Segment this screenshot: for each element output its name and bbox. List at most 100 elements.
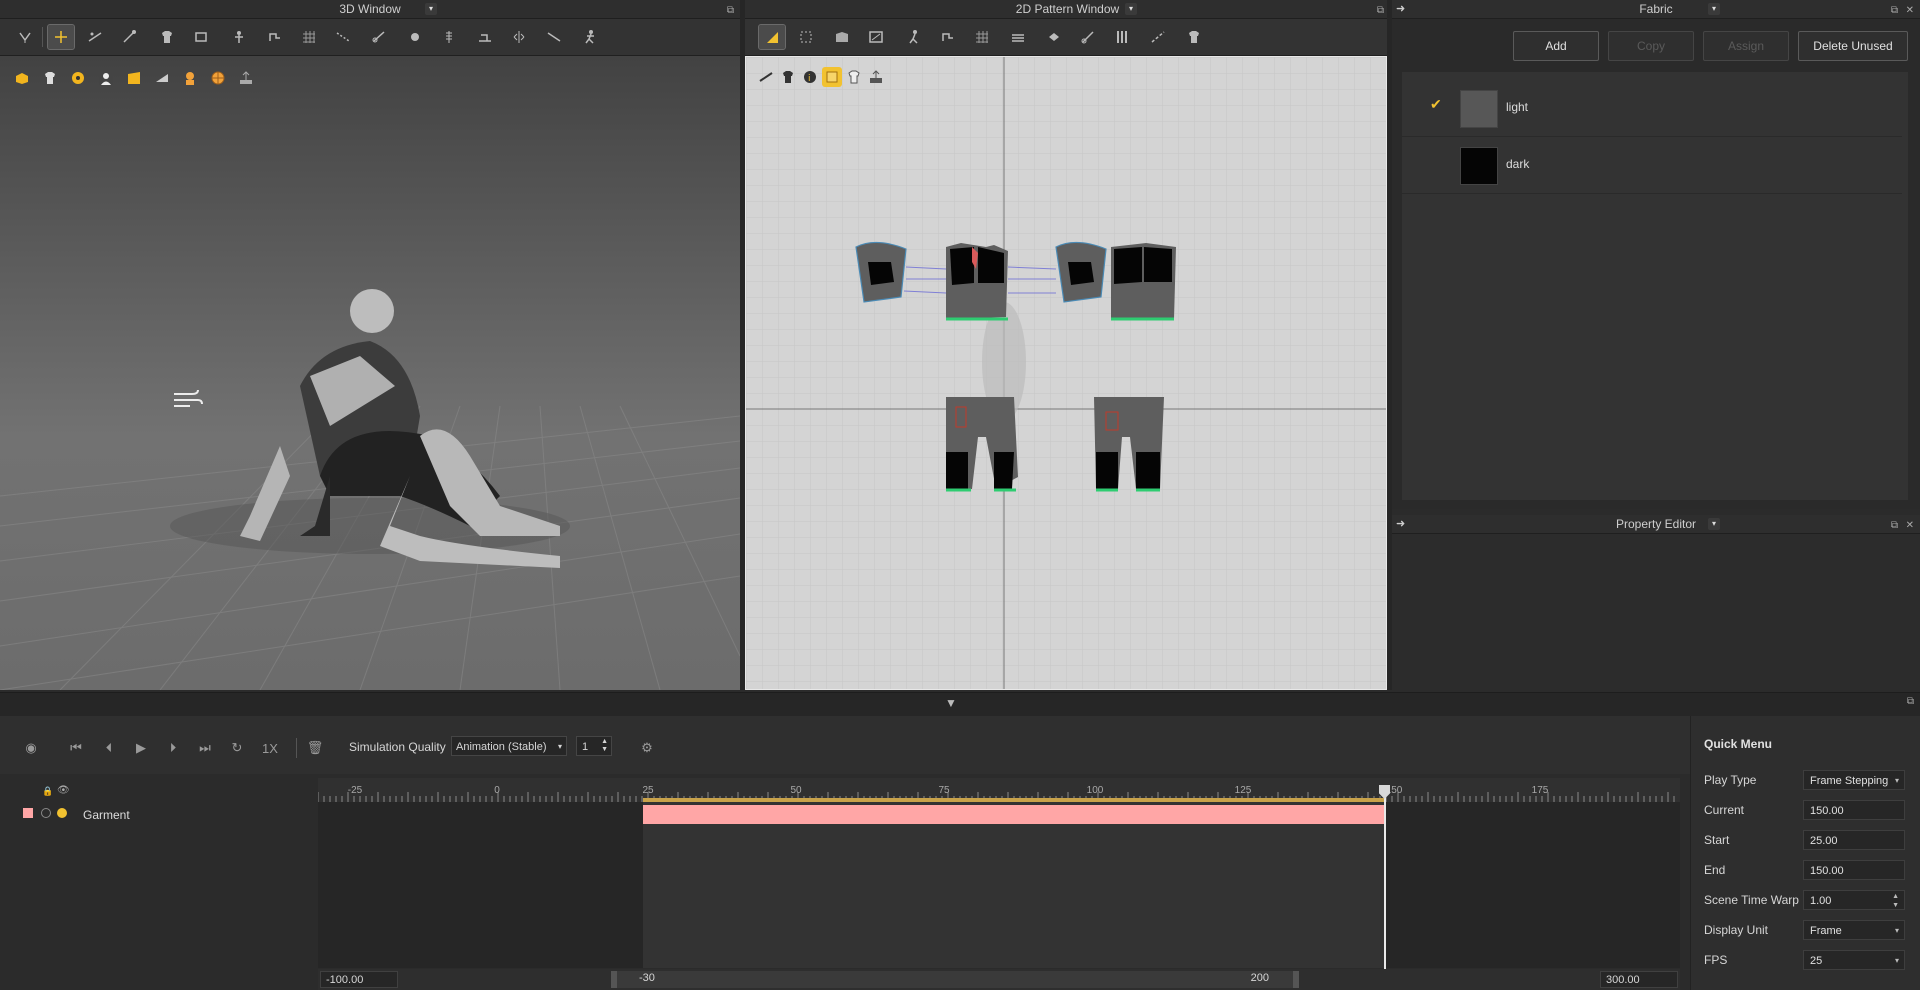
pattern-fabric-icon[interactable] xyxy=(822,67,842,87)
ruler-tick-label: 175 xyxy=(1531,785,1549,796)
avatar-view-icon[interactable] xyxy=(96,68,116,88)
transform-pattern-tool-icon[interactable] xyxy=(793,25,819,49)
end-input[interactable]: 150.00 xyxy=(1803,860,1905,880)
pattern-ruler-icon[interactable] xyxy=(756,67,776,87)
playback-speed[interactable]: 1X xyxy=(256,738,284,758)
range-end-field[interactable]: 300.00 xyxy=(1600,971,1678,988)
trash-icon[interactable]: 🗑 xyxy=(305,738,325,758)
move-gizmo-tool-icon[interactable] xyxy=(47,24,75,50)
fabric-stack-tool-icon[interactable] xyxy=(1005,25,1031,49)
stage-view-icon[interactable] xyxy=(124,68,144,88)
play-icon[interactable]: ▶ xyxy=(131,738,151,758)
simulation-quality-select[interactable]: Animation (Stable) ▾ xyxy=(451,736,567,756)
fold-tool-icon[interactable] xyxy=(188,25,214,49)
3d-viewport[interactable] xyxy=(0,56,740,690)
play-type-select[interactable]: Frame Stepping ▾ xyxy=(1803,770,1905,790)
fabric-list-item[interactable]: dark xyxy=(1402,137,1902,194)
rectangle-tool-icon[interactable] xyxy=(863,25,889,49)
mesh-grid-tool-icon[interactable] xyxy=(296,25,322,49)
previous-frame-icon[interactable]: ⏴ xyxy=(99,738,119,758)
undock-icon[interactable]: ⧉ xyxy=(1377,2,1384,20)
visibility-icon[interactable]: 👁 xyxy=(57,785,70,796)
pattern-garment-icon[interactable] xyxy=(778,67,798,87)
symmetry-tool-icon[interactable] xyxy=(506,25,532,49)
pattern-export-icon[interactable] xyxy=(866,67,886,87)
fold-arrangement-tool-icon[interactable] xyxy=(1041,25,1067,49)
property-editor-dropdown[interactable]: ▾ xyxy=(1708,518,1720,530)
fabric-list-item[interactable]: ✔ light xyxy=(1402,80,1902,137)
undock-icon[interactable]: ⧉ xyxy=(727,2,734,20)
record-icon[interactable]: ◉ xyxy=(21,738,41,758)
button-tool-icon[interactable] xyxy=(402,25,428,49)
tack-tool-icon[interactable] xyxy=(262,25,288,49)
pattern-shirt-icon[interactable] xyxy=(844,67,864,87)
light-view-icon[interactable] xyxy=(152,68,172,88)
collapse-arrow-icon[interactable]: ➜ xyxy=(1396,0,1405,18)
close-icon[interactable]: ✕ xyxy=(1906,2,1914,20)
timeline-scrollbar-thumb[interactable]: -30 200 xyxy=(611,971,1299,988)
seam-line-tool-icon[interactable] xyxy=(1145,25,1171,49)
scene-time-warp-spinner[interactable]: 1.00 ▲ ▼ xyxy=(1803,890,1905,910)
avatar-pose-tool-icon[interactable] xyxy=(577,25,603,49)
fabric-toolbar-yellow-icon[interactable] xyxy=(12,68,32,88)
garment-clip[interactable] xyxy=(643,805,1385,824)
copy-fabric-button[interactable]: Copy xyxy=(1608,31,1694,61)
add-fabric-button[interactable]: Add xyxy=(1513,31,1599,61)
grid-tool-icon[interactable] xyxy=(969,25,995,49)
wind-icon[interactable] xyxy=(172,386,204,414)
next-frame-icon[interactable]: ⏵ xyxy=(163,738,183,758)
garment-overview-tool-icon[interactable] xyxy=(1181,25,1207,49)
3d-window-menu-dropdown[interactable]: ▾ xyxy=(425,3,437,15)
edit-sewing-tool-icon[interactable] xyxy=(330,25,356,49)
pin-tool-icon[interactable] xyxy=(116,25,142,49)
garment-view-icon[interactable] xyxy=(40,68,60,88)
close-icon[interactable]: ✕ xyxy=(1906,517,1914,535)
environment-view-icon[interactable] xyxy=(208,68,228,88)
pattern-grid xyxy=(746,57,1386,689)
range-start-field[interactable]: -100.00 xyxy=(320,971,398,988)
texture-view-icon[interactable] xyxy=(68,68,88,88)
playhead[interactable] xyxy=(1384,785,1386,970)
edit-pattern-tool-icon[interactable] xyxy=(758,24,786,50)
dart-tool-icon[interactable] xyxy=(901,25,927,49)
simulation-steps-spinner[interactable]: 1 ▲ ▼ xyxy=(576,736,612,756)
display-unit-select[interactable]: Frame ▾ xyxy=(1803,920,1905,940)
lock-icon[interactable]: 🔒 xyxy=(42,786,53,797)
pattern-info-icon[interactable]: i xyxy=(800,67,820,87)
internal-line-tool-icon[interactable] xyxy=(935,25,961,49)
sew-tool-icon[interactable] xyxy=(1075,25,1101,49)
loop-icon[interactable]: ↻ xyxy=(227,738,247,758)
garment-tool-icon[interactable] xyxy=(154,25,180,49)
undock-icon[interactable]: ⧉ xyxy=(1891,517,1898,535)
delete-unused-button[interactable]: Delete Unused xyxy=(1798,31,1908,61)
fps-select[interactable]: 25 ▾ xyxy=(1803,950,1905,970)
measure-tool-icon[interactable] xyxy=(366,25,392,49)
select-mesh-tool-icon[interactable] xyxy=(12,25,38,49)
go-to-start-icon[interactable]: ⏮ xyxy=(66,738,86,758)
assign-fabric-button[interactable]: Assign xyxy=(1703,31,1789,61)
zipper-tool-icon[interactable] xyxy=(436,25,462,49)
collapse-arrow-icon[interactable]: ➜ xyxy=(1396,515,1405,533)
topstitch-tool-icon[interactable] xyxy=(472,25,498,49)
undock-icon[interactable]: ⧉ xyxy=(1907,696,1914,707)
current-input[interactable]: 150.00 xyxy=(1803,800,1905,820)
simulation-settings-icon[interactable]: ⚙ xyxy=(637,738,657,758)
undock-icon[interactable]: ⧉ xyxy=(1891,2,1898,20)
track-status-dot-icon[interactable] xyxy=(57,808,67,818)
export-view-icon[interactable] xyxy=(236,68,256,88)
go-to-end-icon[interactable]: ⏭ xyxy=(195,738,215,758)
track-row[interactable]: Garment xyxy=(0,803,318,825)
arrangement-tool-icon[interactable] xyxy=(226,25,252,49)
fabric-name: light xyxy=(1506,100,1529,114)
line-tool-icon[interactable] xyxy=(541,25,567,49)
fabric-panel-dropdown[interactable]: ▾ xyxy=(1708,3,1720,15)
collapse-timeline-icon[interactable]: ▼ xyxy=(945,696,957,710)
trace-tool-icon[interactable] xyxy=(1109,25,1135,49)
start-input[interactable]: 25.00 xyxy=(1803,830,1905,850)
2d-pattern-menu-dropdown[interactable]: ▾ xyxy=(1125,3,1137,15)
polygon-tool-icon[interactable] xyxy=(829,25,855,49)
2d-pattern-canvas[interactable]: i xyxy=(745,56,1387,690)
skin-view-icon[interactable] xyxy=(180,68,200,88)
transform-tool-icon[interactable] xyxy=(82,25,108,49)
track-radio-icon[interactable] xyxy=(41,808,51,818)
